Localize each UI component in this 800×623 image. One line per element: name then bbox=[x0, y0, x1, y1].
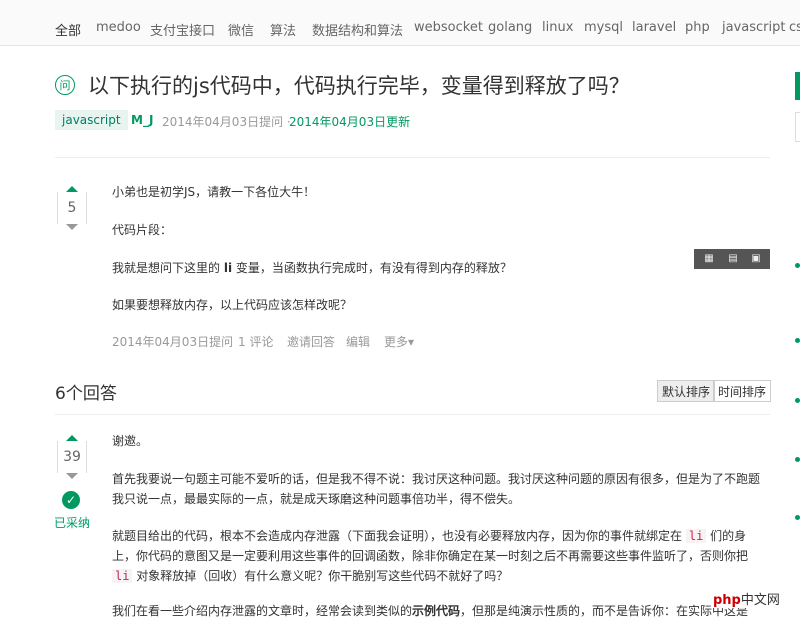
sidebar-bullet bbox=[795, 515, 800, 520]
vote-count: 5 bbox=[67, 200, 77, 216]
nav-item-data-structures[interactable]: 数据结构和算法 bbox=[312, 20, 403, 39]
nav-item-golang[interactable]: golang bbox=[488, 20, 532, 35]
sidebar-follow-button[interactable] bbox=[795, 112, 800, 142]
more-dropdown[interactable]: 更多▾ bbox=[384, 333, 414, 350]
nav-item-all[interactable]: 全部 bbox=[55, 20, 81, 39]
nav-item-mysql[interactable]: mysql bbox=[584, 20, 623, 35]
copy-icon[interactable]: ▤ bbox=[727, 253, 739, 265]
sidebar-bullet bbox=[795, 263, 800, 268]
asked-date-link[interactable]: 2014年04月03日提问 bbox=[112, 333, 233, 350]
vote-count: 39 bbox=[63, 449, 81, 465]
answer-text: 对象释放掉（回收）有什么意义呢？你干脆别写这些代码不就好了吗？ bbox=[136, 569, 509, 583]
nav-item-linux[interactable]: linux bbox=[542, 20, 573, 35]
answer-paragraph: 我们在看一些介绍内存泄露的文章时，经常会读到类似的示例代码，但那是纯演示性质的，… bbox=[112, 601, 767, 621]
bold-text: 示例代码 bbox=[412, 604, 461, 618]
question-vote-widget: 5 bbox=[57, 186, 87, 230]
document-icon[interactable]: ▣ bbox=[750, 253, 762, 265]
divider bbox=[55, 414, 770, 415]
top-nav: 全部 medoo 支付宝接口 微信 算法 数据结构和算法 websocket g… bbox=[0, 0, 800, 46]
asked-date: 2014年04月03日提问 · bbox=[162, 115, 291, 129]
tag-javascript[interactable]: javascript bbox=[55, 110, 128, 130]
nav-item-wechat[interactable]: 微信 bbox=[228, 20, 254, 39]
nav-item-laravel[interactable]: laravel bbox=[632, 20, 676, 35]
code-toolbar: ▦ ▤ ▣ bbox=[694, 249, 770, 269]
invite-answer-link[interactable]: 邀请回答 bbox=[287, 333, 335, 350]
nav-item-algorithm[interactable]: 算法 bbox=[270, 20, 296, 39]
downvote-icon[interactable] bbox=[66, 224, 78, 230]
check-icon: ✓ bbox=[62, 491, 80, 509]
nav-item-websocket[interactable]: websocket bbox=[414, 20, 483, 35]
question-paragraph: 如果要想释放内存，以上代码应该怎样改呢？ bbox=[112, 298, 353, 312]
inline-code: li bbox=[223, 261, 233, 275]
question-title: 以下执行的js代码中，代码执行完毕，变量得到释放了吗？ bbox=[88, 74, 630, 98]
grid-icon[interactable]: ▦ bbox=[703, 253, 715, 265]
divider bbox=[55, 157, 770, 158]
sidebar-bullet bbox=[795, 338, 800, 343]
nav-item-medoo[interactable]: medoo bbox=[96, 20, 141, 35]
answer-vote-widget: 39 bbox=[57, 435, 87, 479]
nav-item-alipay[interactable]: 支付宝接口 bbox=[150, 20, 215, 39]
question-paragraph: 我就是想问下这里的 li 变量，当函数执行完成时，有没有得到内存的释放？ bbox=[112, 259, 512, 276]
question-paragraph: 代码片段： bbox=[112, 223, 173, 237]
question-paragraph: 小弟也是初学JS，请教一下各位大牛！ bbox=[112, 185, 316, 199]
inline-code: li bbox=[685, 529, 707, 543]
question-icon: 问 bbox=[55, 75, 75, 95]
sort-time-button[interactable]: 时间排序 bbox=[713, 380, 772, 402]
answer-text: 我们在看一些介绍内存泄露的文章时，经常会读到类似的 bbox=[112, 604, 413, 618]
author-link[interactable]: M_J bbox=[131, 113, 153, 127]
answers-count: 6个回答 bbox=[55, 384, 117, 404]
downvote-icon[interactable] bbox=[66, 473, 78, 479]
question-text: 我就是想问下这里的 bbox=[112, 261, 221, 275]
answer-paragraph: 首先我要说一句题主可能不爱听的话，但是我不得不说：我讨厌这种问题。我讨厌这种问题… bbox=[112, 472, 761, 506]
nav-item-php[interactable]: php bbox=[685, 20, 710, 35]
edit-link[interactable]: 编辑 bbox=[346, 333, 370, 350]
updated-date[interactable]: 2014年04月03日更新 bbox=[289, 113, 410, 130]
inline-code: li bbox=[112, 569, 133, 583]
sidebar-bullet bbox=[795, 457, 800, 462]
nav-item-cs[interactable]: cs bbox=[789, 20, 800, 35]
sidebar-bullet bbox=[795, 398, 800, 403]
answer-paragraph: 谢邀。 bbox=[112, 434, 149, 448]
watermark-logo: php中文网 bbox=[711, 589, 782, 608]
sidebar-answer-button[interactable] bbox=[795, 72, 800, 100]
sort-default-button[interactable]: 默认排序 bbox=[657, 380, 716, 402]
question-text: 变量，当函数执行完成时，有没有得到内存的释放？ bbox=[235, 261, 512, 275]
nav-item-javascript[interactable]: javascript bbox=[722, 20, 785, 35]
answer-text: 就题目给出的代码，根本不会造成内存泄露（下面我会证明），也没有必要释放内存，因为… bbox=[112, 529, 683, 543]
accepted-label: 已采纳 bbox=[54, 516, 91, 530]
answer-text: ，但那是纯演示性质的，而不是告诉你：在实际中这是 bbox=[460, 604, 749, 618]
comment-link[interactable]: 1 评论 bbox=[238, 333, 273, 350]
answer-paragraph: 就题目给出的代码，根本不会造成内存泄露（下面我会证明），也没有必要释放内存，因为… bbox=[112, 526, 767, 586]
